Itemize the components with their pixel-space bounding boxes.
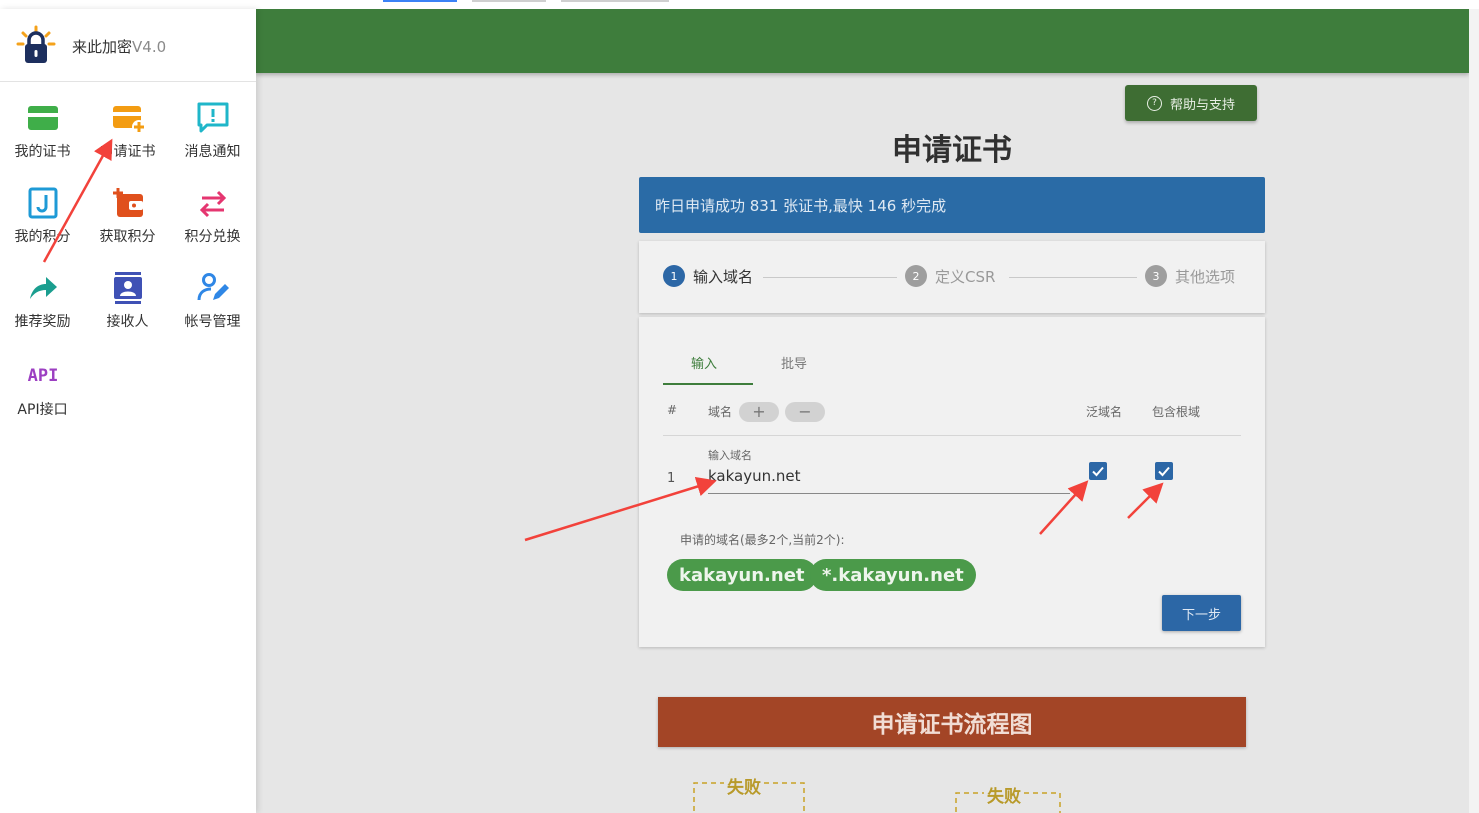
sidebar-item-points-exchange[interactable]: 积分兑换 — [170, 186, 255, 266]
sidebar-item-get-points[interactable]: 获取积分 — [85, 186, 170, 266]
sidebar-item-apply-certificate[interactable]: 申请证书 — [85, 101, 170, 181]
stats-banner-text: 昨日申请成功 831 张证书,最快 146 秒完成 — [655, 196, 947, 215]
help-support-label: 帮助与支持 — [1169, 97, 1235, 113]
domain-chip: kakayun.net — [667, 559, 817, 591]
message-alert-icon — [197, 102, 229, 133]
sidebar-item-label: 我的证书 — [14, 144, 71, 160]
page-title: 申请证书 — [892, 133, 1012, 168]
points-j-icon — [28, 187, 58, 219]
stepper: 1 输入域名 2 定义CSR 3 其他选项 — [639, 241, 1265, 313]
sidebar-item-label: 帐号管理 — [184, 314, 241, 330]
add-domain-button[interactable]: + — [739, 402, 779, 422]
page-scrollbar[interactable] — [1469, 9, 1479, 813]
top-header-bar — [256, 9, 1469, 73]
column-header-domain: 域名 — [708, 405, 733, 419]
domain-input-underline — [708, 493, 1070, 494]
check-icon — [1092, 466, 1104, 477]
step-connector — [1009, 277, 1137, 278]
browser-tab-indicator — [472, 0, 546, 2]
step-2[interactable]: 2 定义CSR — [905, 265, 995, 287]
help-support-button[interactable]: ? 帮助与支持 — [1125, 85, 1257, 121]
table-divider — [663, 435, 1241, 436]
sidebar-item-label: 消息通知 — [184, 144, 241, 160]
browser-top-strip — [0, 0, 1479, 9]
add-card-icon — [113, 106, 145, 134]
lock-logo-icon — [16, 25, 56, 63]
row-index: 1 — [667, 471, 676, 486]
sidebar-item-account-management[interactable]: 帐号管理 — [170, 271, 255, 351]
share-arrow-icon — [30, 277, 57, 299]
sidebar: 来此加密V4.0 我的证书 申请证书 消息通知 我的积分 获取积分 积分兑换 推… — [0, 9, 256, 813]
domain-chip: *.kakayun.net — [810, 559, 976, 591]
domain-input[interactable]: kakayun.net — [708, 467, 801, 485]
sidebar-item-label: 获取积分 — [99, 229, 156, 245]
domain-input-label: 输入域名 — [708, 449, 752, 462]
sidebar-item-label: API接口 — [17, 402, 68, 418]
app-version: V4.0 — [132, 38, 167, 56]
next-step-button[interactable]: 下一步 — [1162, 595, 1241, 631]
question-circle-icon: ? — [1146, 95, 1162, 111]
step-number: 2 — [905, 265, 927, 287]
active-tab-indicator — [663, 383, 753, 385]
flow-chart-title: 申请证书流程图 — [658, 697, 1246, 747]
sidebar-item-label: 我的积分 — [14, 229, 71, 245]
sidebar-item-label: 接收人 — [106, 314, 149, 330]
step-label: 其他选项 — [1175, 267, 1236, 286]
check-icon — [1158, 466, 1170, 477]
tab-input[interactable]: 输入 — [691, 353, 717, 372]
credit-card-icon — [28, 106, 58, 130]
main-content: ? 帮助与支持 申请证书 昨日申请成功 831 张证书,最快 146 秒完成 1… — [256, 9, 1479, 813]
column-header-index: # — [667, 403, 678, 417]
wildcard-checkbox[interactable] — [1089, 462, 1107, 480]
sidebar-item-notifications[interactable]: 消息通知 — [170, 101, 255, 181]
sidebar-item-my-certificates[interactable]: 我的证书 — [0, 101, 85, 181]
step-3[interactable]: 3 其他选项 — [1145, 265, 1235, 287]
contact-card-icon — [114, 272, 142, 304]
step-1[interactable]: 1 输入域名 — [663, 265, 753, 287]
app-name: 来此加密 — [72, 38, 133, 56]
domain-count-hint: 申请的域名(最多2个,当前2个): — [680, 533, 845, 547]
sidebar-item-my-points[interactable]: 我的积分 — [0, 186, 85, 266]
sidebar-item-label: 申请证书 — [99, 144, 156, 160]
remove-domain-button[interactable]: − — [785, 402, 825, 422]
brand: 来此加密V4.0 — [0, 9, 256, 82]
step-number: 3 — [1145, 265, 1167, 287]
tab-batch-import[interactable]: 批导 — [781, 353, 807, 372]
step-number: 1 — [663, 265, 685, 287]
domain-form-card: 输入 批导 # 域名 + − 泛域名 包含根域 1 输入域名 kakayun.n… — [639, 317, 1265, 647]
stats-banner: 昨日申请成功 831 张证书,最快 146 秒完成 — [639, 177, 1265, 233]
sidebar-item-recipients[interactable]: 接收人 — [85, 271, 170, 351]
sidebar-item-referral-rewards[interactable]: 推荐奖励 — [0, 271, 85, 351]
browser-tab-indicator — [383, 0, 457, 2]
step-label: 输入域名 — [693, 267, 754, 286]
app-title: 来此加密V4.0 — [72, 36, 166, 57]
flow-fail-label: 失败 — [987, 787, 1021, 807]
browser-tab-indicator — [561, 0, 669, 2]
column-header-root-domain: 包含根域 — [1152, 405, 1201, 419]
step-connector — [763, 277, 897, 278]
sidebar-item-label: 积分兑换 — [184, 229, 241, 245]
step-label: 定义CSR — [935, 267, 996, 286]
sidebar-item-api[interactable]: API API接口 — [0, 359, 85, 439]
wallet-plus-icon — [113, 188, 143, 217]
swap-arrows-icon — [199, 190, 227, 218]
flow-fail-label: 失败 — [727, 778, 761, 798]
column-header-wildcard: 泛域名 — [1086, 405, 1123, 419]
sidebar-item-label: 推荐奖励 — [14, 314, 71, 330]
include-root-checkbox[interactable] — [1155, 462, 1173, 480]
api-icon: API — [27, 366, 59, 386]
user-edit-icon — [197, 273, 229, 301]
